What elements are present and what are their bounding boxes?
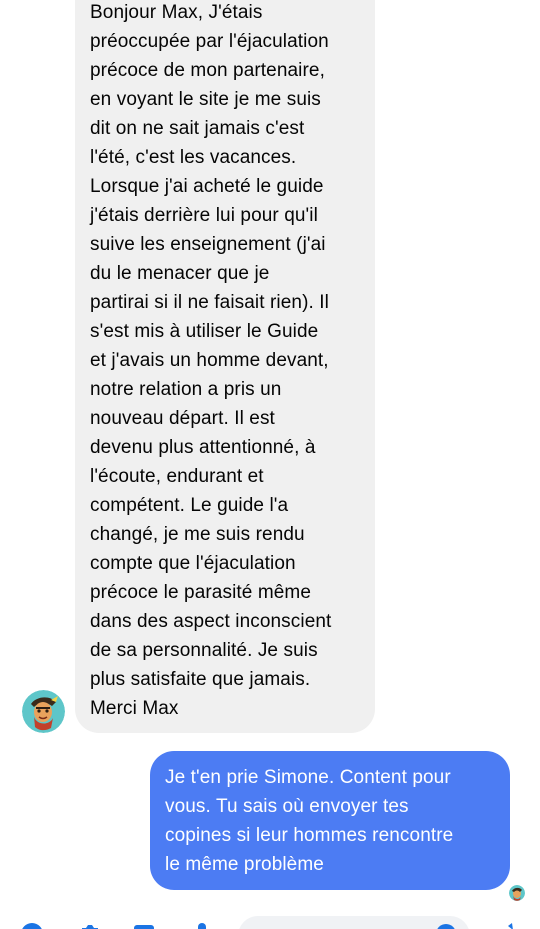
plus-circle-icon[interactable] xyxy=(20,922,44,929)
outgoing-message: Je t'en prie Simone. Content pour vous. … xyxy=(150,751,510,890)
like-icon[interactable] xyxy=(502,922,526,929)
incoming-message: Bonjour Max, J'étais préoccupée par l'éj… xyxy=(75,0,375,733)
camera-icon[interactable] xyxy=(78,922,102,929)
composer-toolbar xyxy=(0,913,540,929)
seen-avatar xyxy=(509,885,525,901)
emoji-icon[interactable] xyxy=(434,922,458,929)
image-icon[interactable] xyxy=(132,922,156,929)
contact-avatar[interactable] xyxy=(22,690,65,733)
chat-thread: Bonjour Max, J'étais préoccupée par l'éj… xyxy=(0,0,540,929)
microphone-icon[interactable] xyxy=(190,922,214,929)
message-input[interactable] xyxy=(238,916,470,929)
